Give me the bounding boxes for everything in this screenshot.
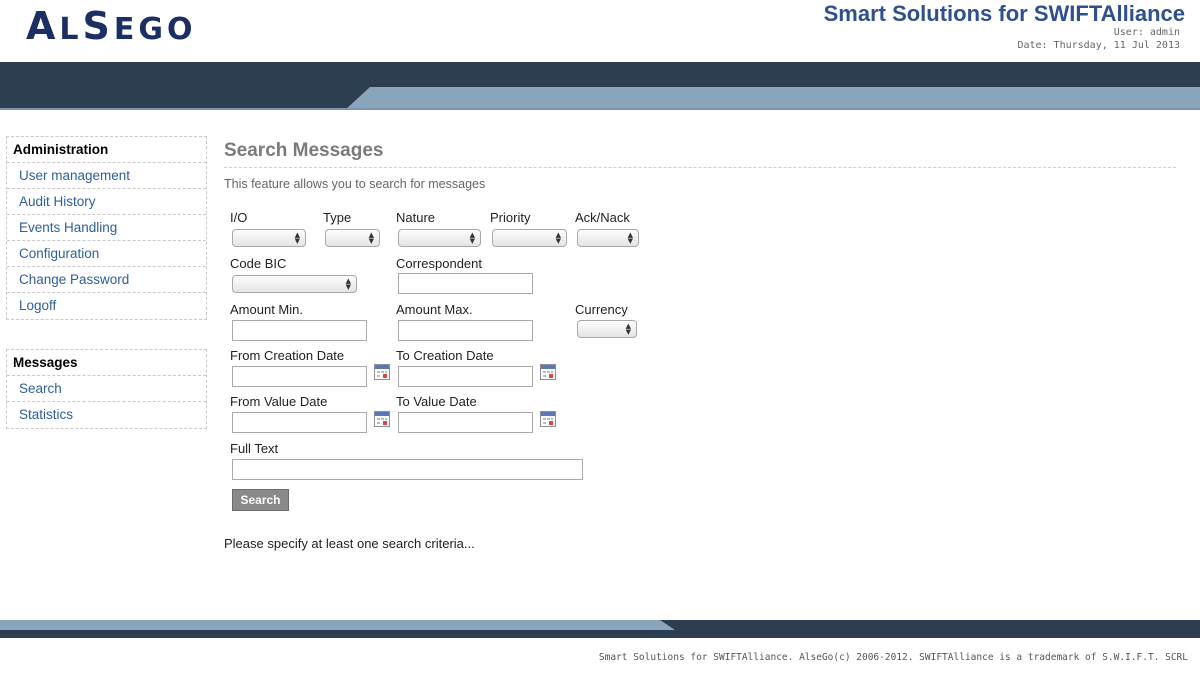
amount-min-input[interactable] (232, 320, 367, 341)
sidebar-item-user-management[interactable]: User management (7, 163, 206, 189)
label-amount-min: Amount Min. (230, 302, 303, 317)
label-ack-nack: Ack/Nack (575, 210, 630, 225)
to-creation-date-input[interactable] (398, 366, 533, 387)
full-text-input[interactable] (232, 459, 583, 480)
sidebar-item-audit-history[interactable]: Audit History (7, 189, 206, 215)
ack-nack-select[interactable]: ▲ ▼ (577, 229, 639, 247)
status-message: Please specify at least one search crite… (224, 536, 475, 551)
app-title: Smart Solutions for SWIFTAlliance (823, 1, 1185, 26)
up-down-arrows-icon: ▲ ▼ (469, 231, 475, 245)
footer-banner (0, 620, 1200, 638)
calendar-icon[interactable] (374, 411, 390, 427)
search-button[interactable]: Search (232, 489, 289, 511)
title-divider (224, 167, 1176, 168)
alsego-logo: ALSEGO (26, 4, 197, 48)
sidebar-item-statistics[interactable]: Statistics (7, 402, 206, 428)
label-io: I/O (230, 210, 248, 225)
label-amount-max: Amount Max. (396, 302, 473, 317)
label-type: Type (323, 210, 352, 225)
label-to-creation-date: To Creation Date (396, 348, 494, 363)
label-from-creation-date: From Creation Date (230, 348, 345, 363)
io-select[interactable]: ▲ ▼ (232, 229, 306, 247)
calendar-icon[interactable] (374, 364, 390, 380)
up-down-arrows-icon: ▲ ▼ (345, 277, 351, 291)
up-down-arrows-icon: ▲ ▼ (294, 231, 300, 245)
from-creation-date-input[interactable] (232, 366, 367, 387)
up-down-arrows-icon: ▲ ▼ (555, 231, 561, 245)
sidebar-item-events-handling[interactable]: Events Handling (7, 215, 206, 241)
up-down-arrows-icon: ▲ ▼ (625, 322, 631, 336)
label-to-value-date: To Value Date (396, 394, 477, 409)
sidebar-heading-administration: Administration (7, 137, 206, 163)
sidebar-item-configuration[interactable]: Configuration (7, 241, 206, 267)
sidebar-administration: Administration User management Audit His… (6, 136, 207, 320)
sidebar-item-search[interactable]: Search (7, 376, 206, 402)
header-banner (0, 62, 1200, 110)
label-priority: Priority (490, 210, 531, 225)
nature-select[interactable]: ▲ ▼ (398, 229, 481, 247)
label-nature: Nature (396, 210, 436, 225)
current-date: Date: Thursday, 11 Jul 2013 (1017, 40, 1180, 51)
amount-max-input[interactable] (398, 320, 533, 341)
correspondent-input[interactable] (398, 273, 533, 294)
sidebar-item-change-password[interactable]: Change Password (7, 267, 206, 293)
label-code-bic: Code BIC (230, 256, 287, 271)
label-full-text: Full Text (230, 441, 279, 456)
calendar-icon[interactable] (540, 411, 556, 427)
label-currency: Currency (575, 302, 628, 317)
code-bic-select[interactable]: ▲ ▼ (232, 275, 357, 293)
sidebar-messages: Messages Search Statistics (6, 349, 207, 429)
type-select[interactable]: ▲ ▼ (325, 229, 380, 247)
page-title: Search Messages (224, 140, 384, 161)
calendar-icon[interactable] (540, 364, 556, 380)
label-correspondent: Correspondent (396, 256, 482, 271)
from-value-date-input[interactable] (232, 412, 367, 433)
current-user: User: admin (1113, 27, 1180, 38)
page-description: This feature allows you to search for me… (224, 177, 486, 191)
priority-select[interactable]: ▲ ▼ (492, 229, 567, 247)
footer-copyright: Smart Solutions for SWIFTAlliance. AlseG… (598, 652, 1188, 663)
label-from-value-date: From Value Date (230, 394, 328, 409)
up-down-arrows-icon: ▲ ▼ (368, 231, 374, 245)
to-value-date-input[interactable] (398, 412, 533, 433)
sidebar-item-logoff[interactable]: Logoff (7, 293, 206, 319)
currency-select[interactable]: ▲ ▼ (577, 320, 637, 338)
sidebar-heading-messages: Messages (7, 350, 206, 376)
up-down-arrows-icon: ▲ ▼ (627, 231, 633, 245)
